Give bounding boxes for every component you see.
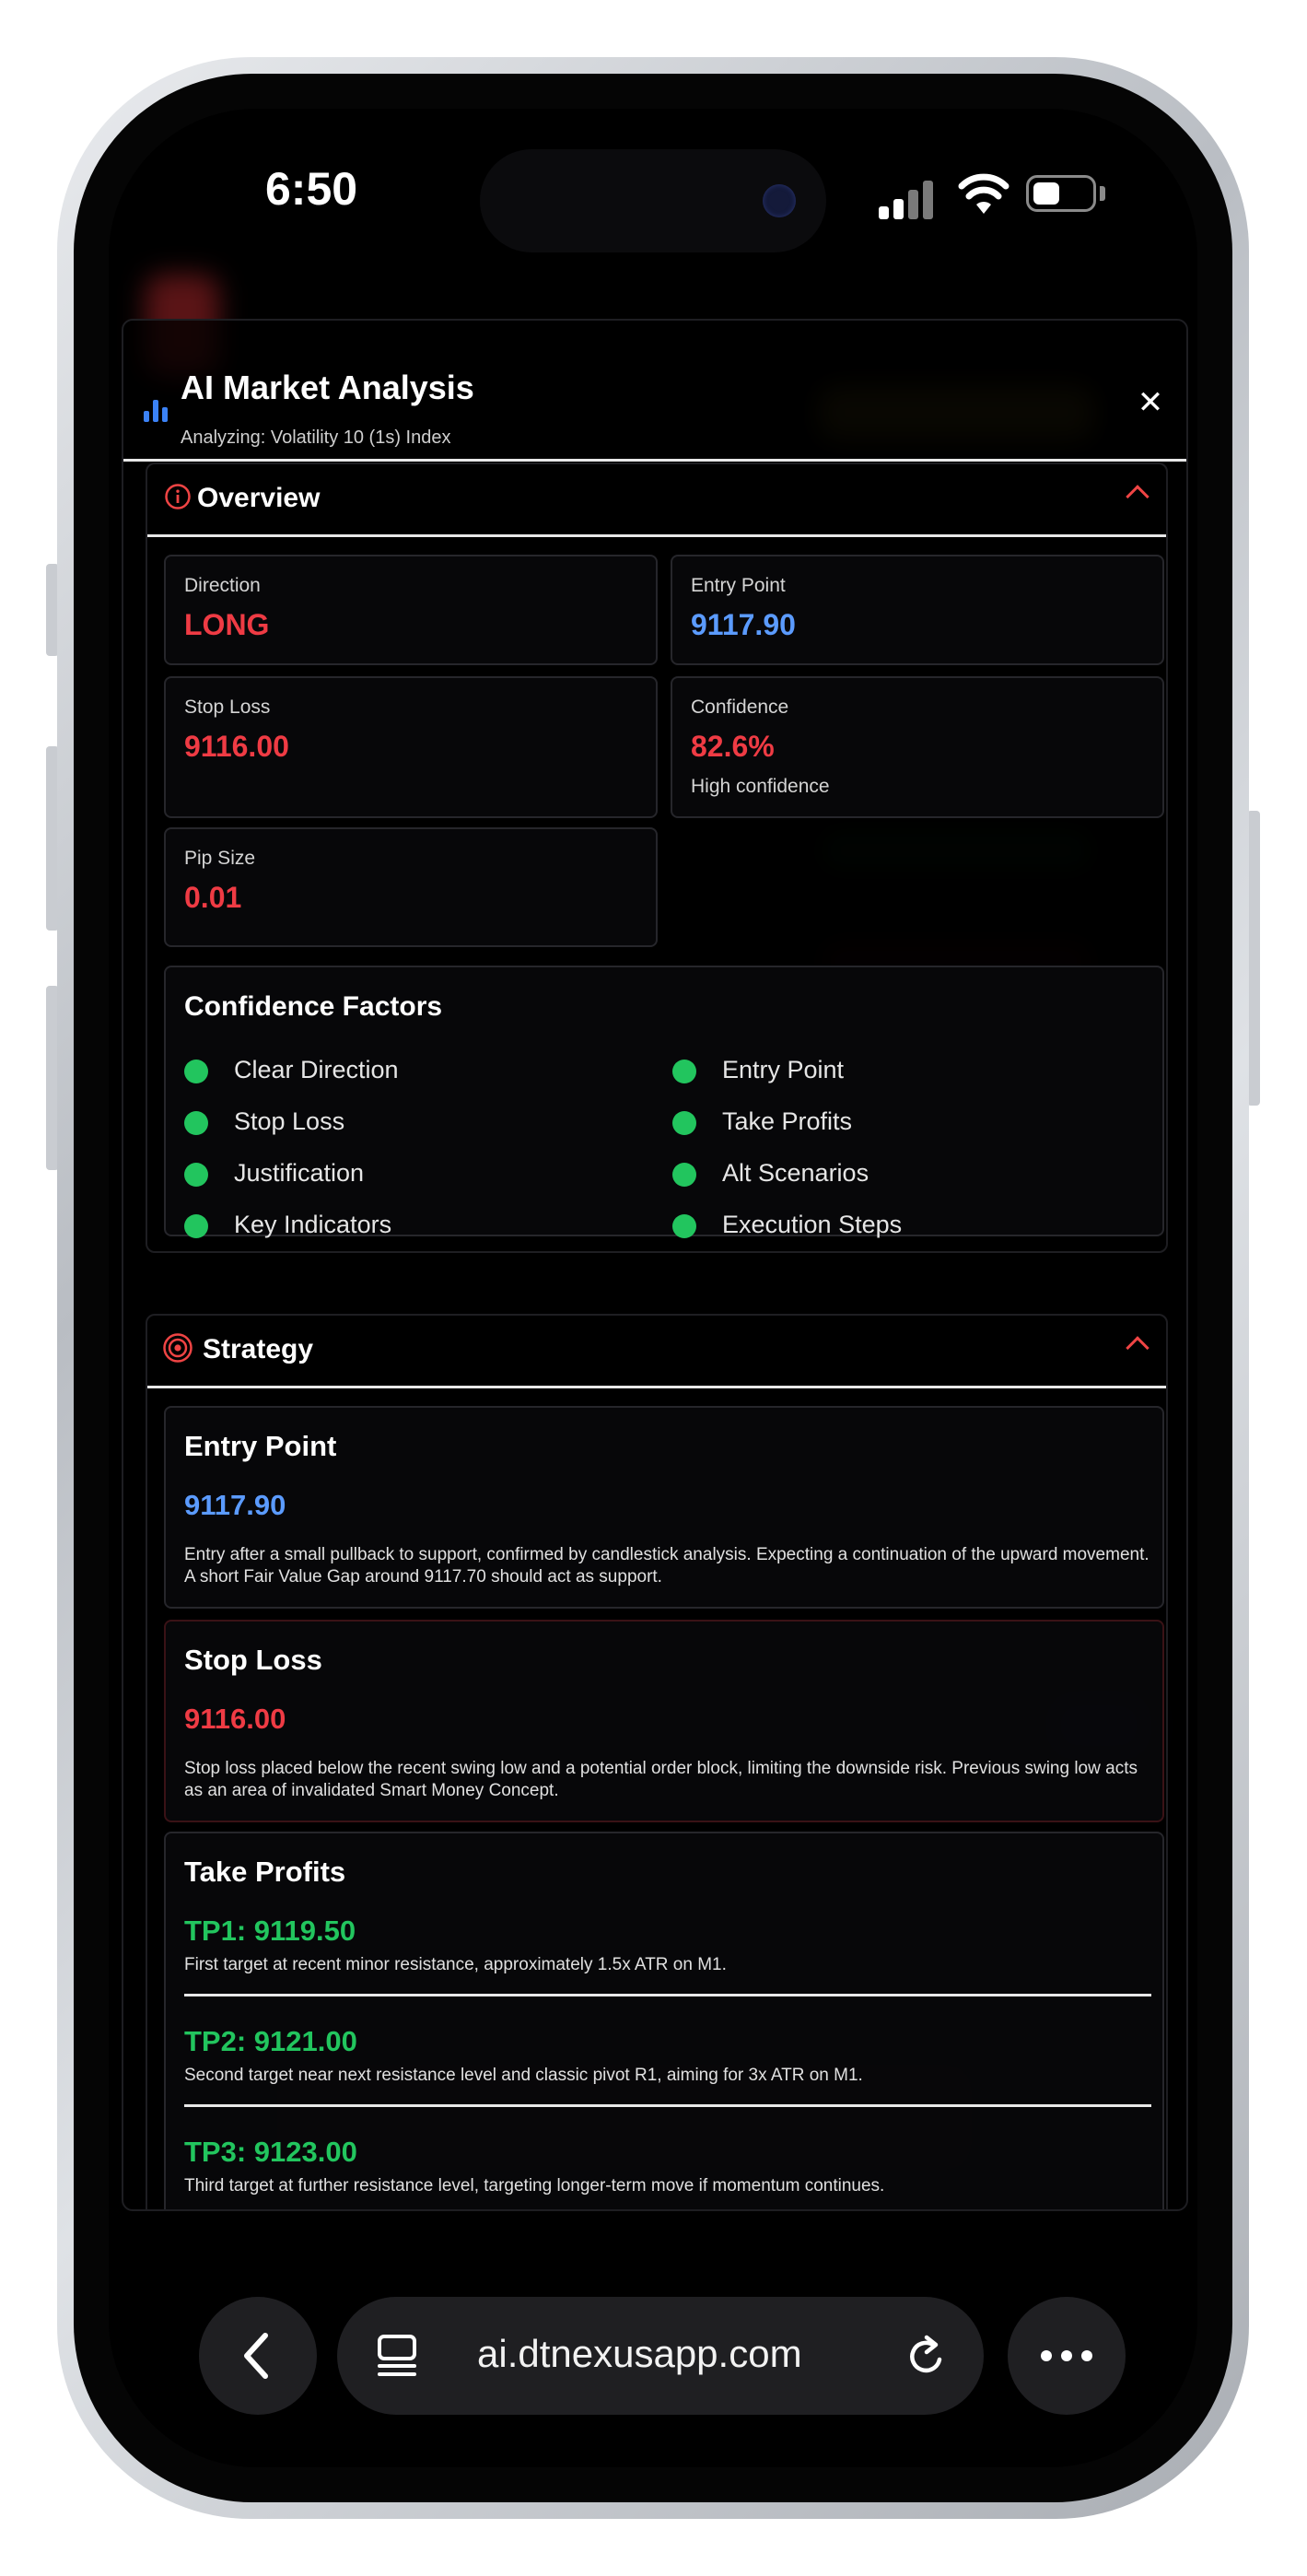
tp3-row: TP3: 9123.00 Third target at further res… bbox=[184, 2136, 1151, 2196]
more-dots-icon bbox=[1041, 2350, 1092, 2361]
tabs-icon bbox=[378, 2335, 416, 2376]
strategy-header[interactable]: Strategy bbox=[147, 1316, 1166, 1388]
factor-justification: Justification bbox=[234, 1159, 365, 1187]
target-icon bbox=[163, 1333, 193, 1363]
take-profits-title: Take Profits bbox=[184, 1856, 346, 1888]
tp3-description: Third target at further resistance level… bbox=[184, 2176, 885, 2195]
cellular-signal-icon bbox=[879, 179, 934, 219]
confidence-factors-card: Confidence Factors Clear Direction Entry… bbox=[164, 966, 1164, 1238]
strategy-entry-card: Entry Point 9117.90 Entry after a small … bbox=[164, 1406, 1164, 1609]
url-text: ai.dtnexusapp.com bbox=[477, 2332, 802, 2375]
check-dot-icon bbox=[672, 1060, 696, 1083]
factor-stop-loss: Stop Loss bbox=[234, 1107, 345, 1135]
tp-divider bbox=[184, 1994, 1151, 1996]
chevron-left-icon bbox=[244, 2333, 268, 2379]
strategy-stop-description: Stop loss placed below the recent swing … bbox=[184, 1759, 1138, 1800]
confidence-label: Confidence bbox=[691, 697, 789, 718]
power-button bbox=[1247, 811, 1260, 1106]
tp2-label: TP2: 9121.00 bbox=[184, 2025, 357, 2057]
take-profits-card: Take Profits TP1: 9119.50 First target a… bbox=[164, 1832, 1164, 2209]
modal-subtitle: Analyzing: Volatility 10 (1s) Index bbox=[181, 427, 451, 448]
chevron-up-icon[interactable] bbox=[1126, 1336, 1149, 1360]
ai-analysis-modal: AI Market Analysis Analyzing: Volatility… bbox=[122, 319, 1188, 2211]
check-dot-icon bbox=[672, 1214, 696, 1238]
tp2-description: Second target near next resistance level… bbox=[184, 2066, 863, 2085]
overview-header[interactable]: Overview bbox=[147, 464, 1166, 537]
strategy-entry-title: Entry Point bbox=[184, 1430, 337, 1462]
battery-icon bbox=[1026, 175, 1096, 212]
check-dot-icon bbox=[184, 1060, 208, 1083]
check-dot-icon bbox=[184, 1111, 208, 1135]
tp2-row: TP2: 9121.00 Second target near next res… bbox=[184, 2025, 1151, 2086]
check-dot-icon bbox=[184, 1163, 208, 1187]
bar-chart-icon bbox=[144, 394, 168, 422]
tp-divider bbox=[184, 2104, 1151, 2107]
modal-header: AI Market Analysis Analyzing: Volatility… bbox=[123, 321, 1186, 462]
strategy-entry-value: 9117.90 bbox=[184, 1489, 286, 1521]
strategy-stop-value: 9116.00 bbox=[184, 1703, 286, 1735]
confidence-card: Confidence 82.6% High confidence bbox=[671, 676, 1164, 818]
entry-point-card: Entry Point 9117.90 bbox=[671, 555, 1164, 665]
check-dot-icon bbox=[672, 1163, 696, 1187]
direction-card: Direction LONG bbox=[164, 555, 658, 665]
entry-point-value: 9117.90 bbox=[691, 608, 796, 641]
phone-screen: 6:50 AI Market Analysis Analyzing: Volat… bbox=[109, 109, 1197, 2467]
factor-alt-scenarios: Alt Scenarios bbox=[722, 1159, 869, 1187]
battery-tip bbox=[1100, 186, 1105, 201]
info-icon bbox=[165, 484, 191, 509]
reload-icon[interactable] bbox=[904, 2334, 949, 2378]
pip-size-label: Pip Size bbox=[184, 848, 256, 869]
stop-loss-value: 9116.00 bbox=[184, 730, 289, 763]
factor-key-indicators: Key Indicators bbox=[234, 1211, 392, 1238]
tp1-description: First target at recent minor resistance,… bbox=[184, 1955, 727, 1974]
modal-title: AI Market Analysis bbox=[181, 369, 474, 406]
strategy-title: Strategy bbox=[203, 1334, 314, 1364]
strategy-stop-title: Stop Loss bbox=[184, 1644, 322, 1676]
overview-section: Overview Direction LONG Entry Point 9117… bbox=[146, 463, 1168, 1253]
direction-label: Direction bbox=[184, 575, 261, 596]
factor-execution-steps: Execution Steps bbox=[722, 1211, 903, 1238]
address-bar[interactable]: ai.dtnexusapp.com bbox=[337, 2297, 984, 2415]
modal-scroll-area[interactable]: Overview Direction LONG Entry Point 9117… bbox=[123, 459, 1186, 2209]
overview-title: Overview bbox=[197, 483, 321, 513]
pip-size-value: 0.01 bbox=[184, 881, 242, 914]
confidence-value: 82.6% bbox=[691, 730, 775, 763]
entry-point-label: Entry Point bbox=[691, 575, 786, 596]
stop-loss-label: Stop Loss bbox=[184, 697, 271, 718]
check-dot-icon bbox=[672, 1111, 696, 1135]
pip-size-card: Pip Size 0.01 bbox=[164, 827, 658, 947]
tp1-row: TP1: 9119.50 First target at recent mino… bbox=[184, 1914, 1151, 1975]
tp1-label: TP1: 9119.50 bbox=[184, 1914, 356, 1947]
strategy-entry-description: Entry after a small pullback to support,… bbox=[184, 1545, 1149, 1587]
front-camera bbox=[763, 184, 796, 217]
factor-entry-point: Entry Point bbox=[722, 1056, 845, 1083]
strategy-section: Strategy Entry Point 9117.90 Entry after… bbox=[146, 1314, 1168, 2209]
close-icon[interactable]: ✕ bbox=[1135, 387, 1166, 418]
confidence-factors-title: Confidence Factors bbox=[184, 991, 443, 1022]
factor-take-profits: Take Profits bbox=[722, 1107, 853, 1135]
wifi-icon bbox=[958, 173, 1009, 214]
back-button[interactable] bbox=[199, 2297, 317, 2415]
status-time: 6:50 bbox=[265, 163, 358, 215]
check-dot-icon bbox=[184, 1214, 208, 1238]
factor-clear-direction: Clear Direction bbox=[234, 1056, 399, 1083]
tp3-label: TP3: 9123.00 bbox=[184, 2136, 357, 2168]
strategy-stop-card: Stop Loss 9116.00 Stop loss placed below… bbox=[164, 1620, 1164, 1822]
confidence-note: High confidence bbox=[691, 776, 830, 797]
more-button[interactable] bbox=[1008, 2297, 1126, 2415]
stop-loss-card: Stop Loss 9116.00 bbox=[164, 676, 658, 818]
chevron-up-icon[interactable] bbox=[1126, 485, 1149, 509]
direction-value: LONG bbox=[184, 608, 270, 641]
